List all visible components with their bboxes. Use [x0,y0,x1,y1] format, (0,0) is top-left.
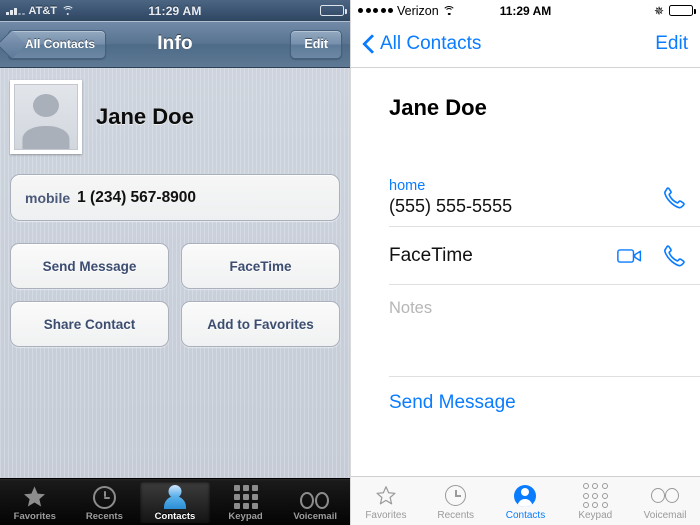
back-button-label: All Contacts [25,37,96,51]
video-camera-icon[interactable] [617,246,643,266]
facetime-button[interactable]: FaceTime [181,243,340,289]
contact-placeholder-icon [14,84,78,150]
chevron-left-icon [363,35,374,53]
add-to-favorites-button[interactable]: Add to Favorites [181,301,340,347]
tab-label: Recents [85,510,123,522]
avatar[interactable] [10,80,82,154]
edit-button-label: Edit [304,37,328,51]
phone-label: mobile [25,189,71,206]
status-right-group [320,5,347,16]
edit-button[interactable]: Edit [290,29,342,59]
tab-recents[interactable]: Recents [421,477,491,525]
tab-label: Contacts [154,510,196,522]
phone-icon[interactable] [660,185,686,211]
ios7-phone-screen: Verizon 11:29 AM ✵ All Contacts Edit Jan… [350,0,700,525]
tab-bar: Favorites Recents Contacts Keypad Voicem… [351,476,700,525]
keypad-icon [582,483,608,508]
tab-keypad[interactable]: Keypad [560,477,630,525]
status-time: 11:29 AM [499,3,552,18]
contact-detail-content: Jane Doe mobile 1 (234) 567-8900 Send Me… [0,68,350,347]
keypad-icon [233,484,258,509]
contact-name: Jane Doe [389,95,487,120]
tab-recents[interactable]: Recents [70,479,140,525]
phone-number-text-group: home (555) 555-5555 [389,177,660,219]
back-button-all-contacts[interactable]: All Contacts [8,29,107,59]
tab-favorites[interactable]: Favorites [351,477,421,525]
tab-label: Favorites [365,510,407,521]
phone-number: (555) 555-5555 [389,195,513,216]
facetime-label: FaceTime [389,244,473,266]
notes-placeholder: Notes [389,299,433,317]
phone-number-row[interactable]: home (555) 555-5555 [389,169,700,227]
send-message-button[interactable]: Send Message [389,377,700,414]
battery-icon [320,5,347,16]
tab-label: Favorites [13,510,56,522]
facetime-row-actions [617,243,686,269]
voicemail-icon [300,485,330,509]
dual-screenshot-comparison: AT&T 11:29 AM All Contacts Info Edit Jan… [0,0,700,525]
status-bar: AT&T 11:29 AM [0,0,350,21]
phone-row-actions [660,185,686,211]
star-icon [22,485,47,509]
person-icon [163,484,186,509]
ios6-phone-screen: AT&T 11:29 AM All Contacts Info Edit Jan… [0,0,350,525]
person-icon [514,484,537,507]
contact-header: Jane Doe [10,80,340,154]
tab-keypad[interactable]: Keypad [211,479,281,525]
tab-label: Voicemail [293,510,337,522]
back-button-all-contacts[interactable]: All Contacts [363,33,481,55]
phone-icon[interactable] [660,243,686,269]
contact-name: Jane Doe [96,104,194,129]
contact-detail-content: Jane Doe home (555) 555-5555 FaceTime No… [351,68,700,414]
battery-icon [669,5,696,16]
share-contact-button[interactable]: Share Contact [10,301,169,347]
phone-label: home [389,177,426,194]
edit-button[interactable]: Edit [655,33,688,55]
tab-label: Recents [437,510,475,521]
tab-label: Voicemail [643,510,687,521]
tab-contacts[interactable]: Contacts [140,481,210,523]
tab-bar: Favorites Recents Contacts Keypad Voicem… [0,478,350,525]
tab-label: Keypad [228,510,263,522]
notes-field[interactable]: Notes [389,285,700,377]
tab-contacts[interactable]: Contacts [491,477,561,525]
tab-label: Keypad [578,510,613,521]
clock-icon [445,484,467,507]
clock-icon [92,485,116,509]
status-bar: Verizon 11:29 AM ✵ [351,0,700,21]
facetime-row[interactable]: FaceTime [389,227,700,285]
star-icon [375,484,397,507]
phone-number: 1 (234) 567-8900 [77,188,197,206]
navigation-bar: All Contacts Edit [351,21,700,68]
edit-button-label: Edit [655,33,688,54]
voicemail-icon [651,484,680,507]
tab-label: Contacts [505,510,546,521]
tab-voicemail[interactable]: Voicemail [630,477,700,525]
tab-voicemail[interactable]: Voicemail [280,479,350,525]
send-message-button[interactable]: Send Message [10,243,169,289]
navigation-bar: All Contacts Info Edit [0,21,350,68]
send-message-label: Send Message [389,392,516,413]
status-time: 11:29 AM [148,3,202,18]
tab-favorites[interactable]: Favorites [0,479,70,525]
phone-number-row[interactable]: mobile 1 (234) 567-8900 [10,174,340,221]
back-button-label: All Contacts [380,33,482,54]
action-button-grid: Send Message FaceTime Share Contact Add … [10,243,340,347]
